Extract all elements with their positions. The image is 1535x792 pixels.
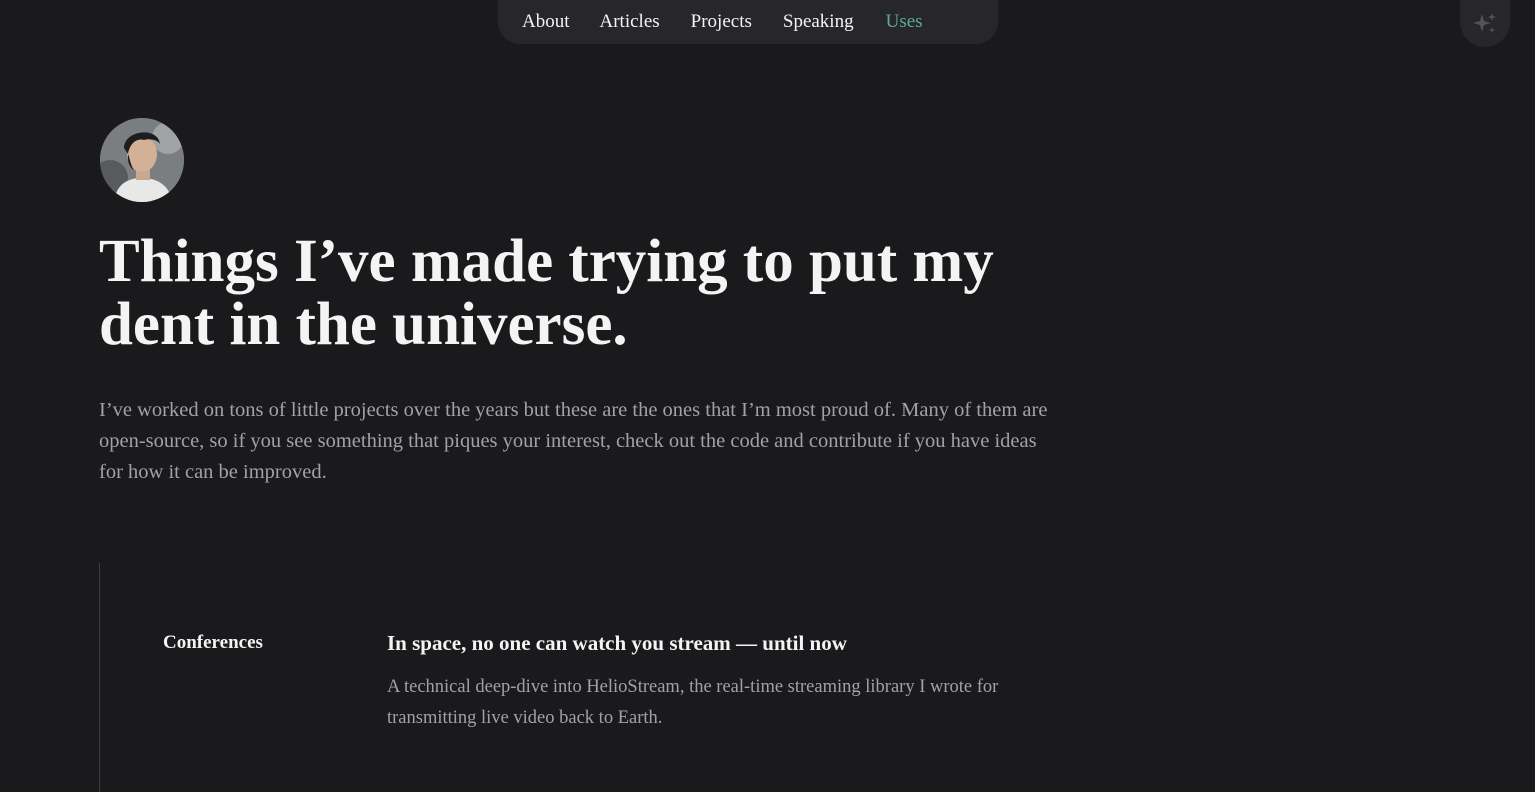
sparkles-icon xyxy=(1473,12,1496,33)
intro-text: I’ve worked on tons of little projects o… xyxy=(99,399,1048,483)
theme-toggle-button[interactable] xyxy=(1460,0,1510,47)
nav-projects[interactable]: Projects xyxy=(679,0,764,44)
nav-about[interactable]: About xyxy=(510,0,582,44)
main-nav: About Articles Projects Speaking Uses xyxy=(498,0,998,44)
project-description: A technical deep-dive into HelioStream, … xyxy=(387,677,999,728)
nav-uses[interactable]: Uses xyxy=(874,0,935,44)
page-title: Things I’ve made trying to put my dent i… xyxy=(99,228,994,358)
timeline-divider xyxy=(99,563,100,792)
project-title-link[interactable]: In space, no one can watch you stream — … xyxy=(387,631,847,656)
avatar[interactable] xyxy=(100,118,184,202)
avatar-portrait xyxy=(100,118,184,202)
project-category: Conferences xyxy=(163,632,263,653)
nav-speaking[interactable]: Speaking xyxy=(771,0,866,44)
nav-articles[interactable]: Articles xyxy=(588,0,672,44)
